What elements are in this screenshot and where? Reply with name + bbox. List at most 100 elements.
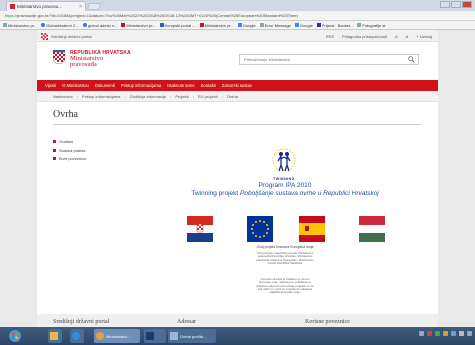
address-bar[interactable]: https://pravosudje.gov.hr/?id=10188&preg… [0, 11, 475, 21]
browser-tab[interactable]: Ministarstvo pravosu... × [6, 1, 86, 11]
google-icon [294, 23, 299, 27]
alert-icon[interactable] [443, 331, 448, 336]
footer-useful-links[interactable]: Korisne poveznice [305, 319, 350, 325]
title-divider [53, 124, 421, 125]
windows-taskbar: Ministarstvo... Ovrha profila... [0, 327, 475, 345]
url-scheme: https:// [5, 13, 18, 18]
bookmark-item[interactable]: Error Message [259, 22, 291, 28]
bookmark-label: Ministarstvo pr... [204, 22, 234, 28]
accessibility-link[interactable]: Prilagodba pristupačnosti [342, 34, 387, 39]
window-controls [440, 1, 472, 8]
show-desktop-icon[interactable] [467, 331, 472, 336]
update-icon[interactable] [435, 331, 440, 336]
logo-department: pravosuđa [70, 61, 97, 68]
breadcrumb-pristup[interactable]: Pristup informacijama [82, 94, 120, 99]
bookmark-label: global admin n... [88, 22, 118, 28]
close-window-button[interactable] [462, 1, 472, 8]
tab-bar: Ministarstvo pravosu... × [0, 0, 475, 11]
new-tab-button[interactable] [86, 3, 102, 10]
bookmark-item[interactable]: Ministarstvo pr... [121, 23, 156, 28]
bookmark-item[interactable]: Google [237, 23, 256, 28]
project-name: Poboljšanje sustava ovrhe u Republici Hr… [240, 190, 379, 197]
bookmark-label: Europski portal ... [164, 22, 196, 28]
network-icon[interactable] [419, 331, 424, 336]
favicon-icon [10, 4, 15, 9]
bookmark-item[interactable]: Prijava · Booker... [316, 22, 354, 28]
battery-icon[interactable] [459, 331, 464, 336]
taskbar-ie[interactable] [70, 329, 84, 343]
page-icon [259, 23, 264, 27]
nav-zatvorski-sustav[interactable]: Zatvorski sustav [222, 83, 252, 88]
taskbar-paint-label: Ovrha profila... [180, 333, 207, 339]
bullet-square-icon [53, 157, 56, 160]
breadcrumb-current: Ovrha [226, 93, 238, 99]
breadcrumb-projekti[interactable]: Projekti [175, 94, 188, 99]
bookmark-item[interactable]: Europski portal ... [159, 22, 196, 28]
volume-icon[interactable] [451, 331, 456, 336]
bookmark-item[interactable]: Globaleksterni C... [41, 23, 79, 28]
nav-o-ministarstvu[interactable]: O Ministarstvu [62, 83, 89, 88]
nav-dokumenti[interactable]: Dokumenti [95, 83, 115, 88]
antivirus-icon[interactable] [427, 331, 432, 336]
font-small-link[interactable]: A [395, 34, 398, 39]
taskbar-photoshop[interactable] [144, 329, 166, 343]
font-large-link[interactable]: A [406, 34, 409, 39]
gov-portal-link[interactable]: Središnji državni portal [41, 33, 91, 40]
page-icon [121, 23, 126, 27]
side-menu-label: Građani [59, 139, 74, 144]
page-icon [3, 23, 7, 27]
side-menu: Građani Sudska praksa Brze poveznice [53, 139, 86, 165]
site-header: REPUBLIKA HRVATSKA Ministarstvo pravosuđ… [37, 42, 438, 80]
maximize-button[interactable] [451, 1, 461, 8]
twinning-label: TWINNING [273, 177, 295, 181]
taskbar-chrome[interactable]: Ministarstvo... [94, 329, 140, 343]
side-menu-label: Sudska praksa [59, 147, 86, 153]
nav-vijesti[interactable]: Vijesti [45, 83, 56, 88]
bookmark-label: Google [299, 22, 313, 28]
bookmark-item[interactable]: Ministarstvo pr... [3, 23, 37, 28]
bookmark-label: Error Message [264, 22, 291, 28]
bookmark-item[interactable]: Fotografije st [357, 22, 386, 28]
bookmark-label: Fotografije st [362, 22, 386, 28]
side-menu-item-gradani[interactable]: Građani [53, 139, 86, 144]
ministry-logo[interactable]: REPUBLIKA HRVATSKA Ministarstvo pravosuđ… [53, 50, 131, 68]
windows-logo-icon [9, 330, 21, 342]
utility-bar: Središnji državni portal RSS Prilagodba … [37, 30, 438, 42]
bookmark-item[interactable]: Ministarstvo pr... [199, 22, 234, 28]
twinning-logo-icon [272, 148, 296, 172]
search-icon[interactable] [408, 56, 415, 63]
globe-icon [41, 23, 46, 27]
side-menu-item-sudska-praksa[interactable]: Sudska praksa [53, 148, 86, 153]
bookmarks-bar: Ministarstvo pr... Globaleksterni C... g… [0, 21, 475, 30]
nav-istaknute-teme[interactable]: Istaknute teme [167, 83, 194, 88]
breadcrumb-godisnje[interactable]: Godišnje informacije [130, 94, 166, 99]
photoshop-icon [146, 332, 154, 340]
zoom-link[interactable]: + Uvećaj [416, 34, 432, 39]
minimize-button[interactable] [440, 1, 450, 8]
start-button[interactable] [3, 330, 27, 342]
hungary-flag-icon [359, 216, 385, 242]
browser-window: Ministarstvo pravosu... × https://pravos… [0, 0, 475, 345]
page-title: Ovrha [53, 109, 78, 120]
eu-funding-caption: Ovaj projekt financira Europska unija [256, 245, 314, 249]
bullet-square-icon [53, 140, 56, 143]
nav-pristup-informacijama[interactable]: Pristup informacijama [121, 83, 161, 88]
bookmark-label: Prijava · Booker... [321, 22, 354, 28]
taskbar-explorer[interactable] [48, 329, 62, 343]
breadcrumb-separator: › [192, 93, 195, 99]
footer-address-book[interactable]: Adresar [177, 319, 196, 325]
url-text[interactable]: https://pravosudje.gov.hr/?id=10188&preg… [5, 13, 467, 18]
bookmark-item[interactable]: Google [294, 22, 313, 28]
breadcrumb-home[interactable]: Naslovnica [53, 94, 73, 99]
side-menu-item-brze-poveznice[interactable]: Brze poveznice [53, 156, 86, 161]
taskbar-paint[interactable]: Ovrha profila... [168, 329, 216, 343]
footer-gov-portal[interactable]: Središnji državni portal [53, 319, 109, 325]
bookmark-item[interactable]: global admin n... [83, 23, 117, 28]
close-tab-icon[interactable]: × [79, 4, 82, 10]
nav-kontakti[interactable]: Kontakti [201, 83, 216, 88]
breadcrumb-eu-projekti[interactable]: EU projekti [198, 94, 218, 99]
taskbar-chrome-label: Ministarstvo... [106, 333, 131, 339]
rss-link[interactable]: RSS [326, 34, 334, 39]
spain-flag-icon [299, 216, 325, 242]
search-input[interactable] [240, 55, 400, 64]
